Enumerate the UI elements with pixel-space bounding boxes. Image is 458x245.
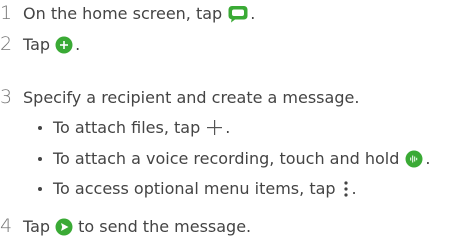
- bullet-dot: [38, 125, 42, 130]
- step-number: 4: [0, 215, 13, 237]
- messaging-app-icon: [228, 5, 248, 23]
- bullet-text: To attach a voice recording, touch and h…: [53, 149, 400, 168]
- step-number: 2: [0, 33, 13, 55]
- step-text-end: .: [75, 34, 81, 54]
- bullet-dot: [38, 187, 42, 191]
- bullet-voice-recording: To attach a voice recording, touch and h…: [38, 150, 431, 168]
- bullet-text-end: .: [225, 117, 231, 137]
- bullet-text-end: .: [425, 149, 431, 168]
- bullet-dot: [38, 157, 42, 161]
- new-message-icon: [55, 36, 73, 54]
- step-1: 1 On the home screen, tap .: [0, 4, 255, 23]
- send-icon: [55, 218, 73, 236]
- bullet-text: To access optional menu items, tap: [53, 179, 336, 198]
- bullet-attach-files: To attach files, tap .: [38, 119, 230, 136]
- step-text-end: to send the message.: [78, 216, 252, 236]
- step-2: 2 Tap .: [0, 35, 80, 54]
- step-text: Specify a recipient and create a message…: [23, 87, 360, 107]
- step-text-end: .: [250, 3, 256, 23]
- step-text: Tap: [23, 34, 51, 54]
- bullet-menu-items: To access optional menu items, tap .: [38, 180, 357, 198]
- step-number: 1: [0, 2, 13, 24]
- step-3: 3 Specify a recipient and create a messa…: [0, 88, 359, 107]
- step-text: On the home screen, tap: [23, 3, 223, 23]
- more-options-icon: [342, 180, 350, 198]
- bullet-text: To attach files, tap: [53, 117, 201, 137]
- attach-plus-icon: [206, 119, 223, 136]
- step-number: 3: [0, 86, 13, 108]
- step-text: Tap: [23, 216, 51, 236]
- voice-recording-icon: [405, 150, 423, 168]
- bullet-text-end: .: [351, 179, 357, 198]
- step-4: 4 Tap to send the message.: [0, 217, 251, 236]
